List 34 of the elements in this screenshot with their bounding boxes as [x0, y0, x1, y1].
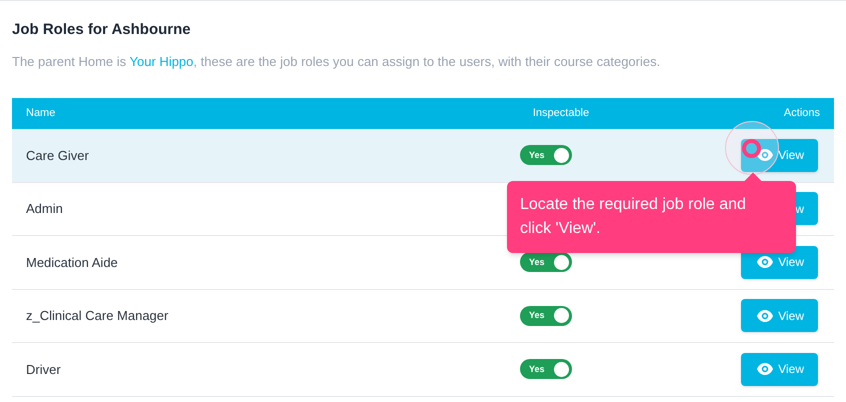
column-header: Actions — [782, 106, 820, 122]
pulse-ring — [725, 121, 779, 175]
table-row[interactable]: z_Clinical Care Manager Yes View — [12, 290, 834, 343]
role-name: Care Giver — [26, 146, 90, 164]
eye-icon — [757, 256, 774, 268]
column-header: Name — [26, 106, 56, 122]
toggle-label: Yes — [529, 309, 545, 322]
eye-icon — [757, 363, 774, 376]
description-text: The parent Home is Your Hippo, these are the job roles you can assign to the users, with their course categories. — [12, 52, 662, 71]
role-name: Admin — [26, 200, 64, 218]
toggle-knob — [554, 308, 569, 324]
page-title: Job Roles for Ashbourne — [12, 20, 192, 40]
toggle-switch[interactable]: Yes — [520, 306, 572, 326]
eye-icon — [757, 149, 774, 162]
toggle-label: Yes — [529, 148, 545, 162]
toggle-switch[interactable]: Yes — [520, 145, 572, 166]
role-name: Medication Aide — [26, 254, 119, 272]
toggle-knob — [554, 254, 569, 270]
toggle-knob — [554, 362, 569, 377]
toggle-switch[interactable]: Yes — [520, 359, 572, 380]
eye-icon — [757, 310, 774, 322]
view-button[interactable]: View — [741, 138, 818, 172]
table-row[interactable]: Care Giver Yes View — [12, 129, 834, 182]
home-link[interactable]: Your Hippo — [130, 54, 194, 68]
toggle-label: Yes — [529, 362, 545, 376]
view-button[interactable]: View — [741, 299, 818, 332]
toggle-label: Yes — [529, 256, 545, 268]
role-name: z_Clinical Care Manager — [26, 307, 170, 325]
tooltip-text: Locate the required job role and click 'View'. — [520, 195, 747, 239]
view-button[interactable]: View — [741, 352, 818, 386]
toggle-knob — [554, 148, 569, 163]
role-name: Driver — [26, 360, 62, 378]
column-header: Inspectable — [532, 106, 590, 122]
toggle-switch[interactable]: Yes — [520, 252, 572, 272]
